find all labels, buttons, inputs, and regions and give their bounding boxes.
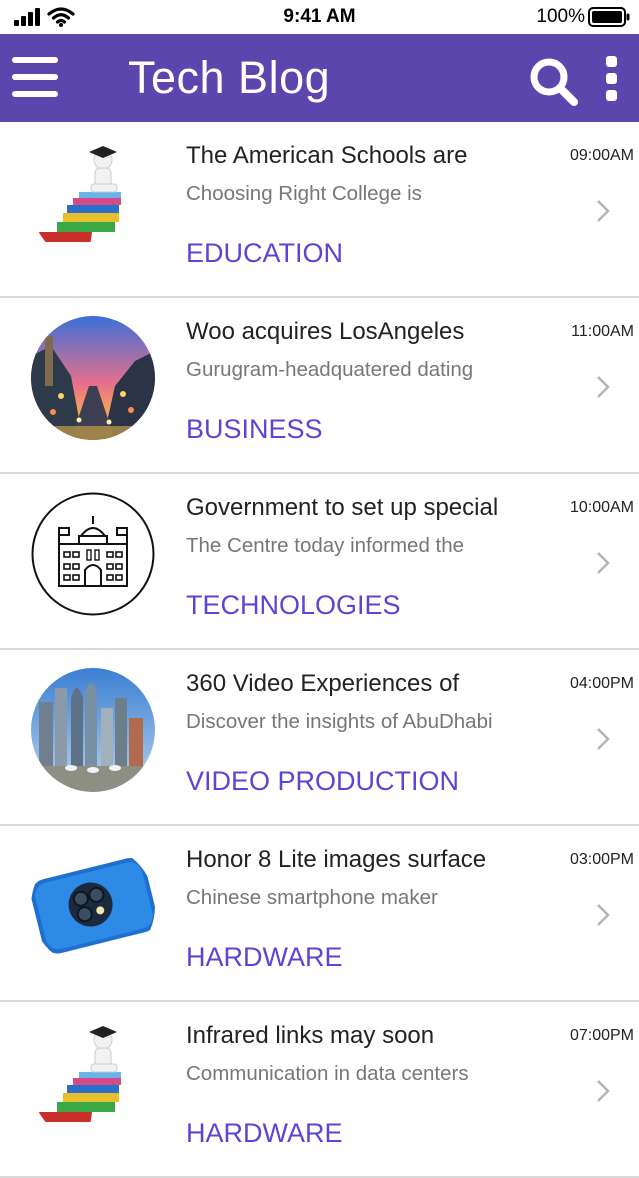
graduate-on-books-image — [31, 1020, 155, 1144]
article-category[interactable]: HARDWARE — [186, 1118, 343, 1149]
article-category[interactable]: EDUCATION — [186, 238, 343, 269]
list-item[interactable]: Honor 8 Lite images surface Chinese smar… — [0, 826, 639, 1002]
article-title: Government to set up special — [186, 494, 499, 521]
article-time: 03:00PM — [569, 851, 634, 868]
page-title: Tech Blog — [128, 52, 331, 103]
article-title: Honor 8 Lite images surface — [186, 846, 487, 873]
hamburger-menu-icon[interactable] — [12, 57, 58, 99]
article-summary: Choosing Right College is — [186, 182, 422, 205]
government-building-icon — [31, 492, 155, 616]
article-time: 09:00AM — [569, 147, 634, 164]
article-time: 07:00PM — [569, 1027, 634, 1044]
article-category[interactable]: HARDWARE — [186, 942, 343, 973]
article-title: Infrared links may soon — [186, 1022, 435, 1049]
article-time: 11:00AM — [571, 323, 634, 340]
article-summary: Gurugram-headquatered dating — [186, 358, 474, 381]
list-item[interactable]: The American Schools are Choosing Right … — [0, 122, 639, 298]
status-bar: 9:41 AM 100% — [0, 0, 639, 34]
app-header: Tech Blog — [0, 34, 639, 122]
battery-icon — [588, 7, 630, 27]
list-item[interactable]: Woo acquires LosAngeles Gurugram-headqua… — [0, 298, 639, 474]
list-item[interactable]: Infrared links may soon Communication in… — [0, 1002, 639, 1178]
article-category[interactable]: VIDEO PRODUCTION — [186, 766, 459, 797]
graduate-on-books-image — [31, 140, 155, 264]
battery-percent: 100% — [536, 6, 585, 27]
article-list: The American Schools are Choosing Right … — [0, 122, 639, 1178]
article-summary: Chinese smartphone maker — [186, 886, 438, 909]
article-title: The American Schools are — [186, 142, 468, 169]
article-category[interactable]: TECHNOLOGIES — [186, 590, 401, 621]
chevron-right-icon — [597, 552, 610, 574]
chevron-right-icon — [597, 1080, 610, 1102]
article-time: 10:00AM — [569, 499, 634, 516]
chevron-right-icon — [597, 376, 610, 398]
list-item[interactable]: 360 Video Experiences of Discover the in… — [0, 650, 639, 826]
article-title: Woo acquires LosAngeles — [186, 318, 465, 345]
more-vertical-icon[interactable] — [602, 56, 622, 102]
list-item[interactable]: Government to set up special The Centre … — [0, 474, 639, 650]
search-icon[interactable] — [528, 56, 580, 108]
article-category[interactable]: BUSINESS — [186, 414, 323, 445]
chevron-right-icon — [597, 904, 610, 926]
chevron-right-icon — [597, 728, 610, 750]
los-angeles-street-photo — [31, 316, 155, 440]
article-time: 04:00PM — [569, 675, 634, 692]
blue-smartphone-photo — [31, 844, 155, 968]
abu-dhabi-skyline-photo — [31, 668, 155, 792]
article-summary: Communication in data centers — [186, 1062, 469, 1085]
article-summary: Discover the insights of AbuDhabi — [186, 710, 493, 733]
article-title: 360 Video Experiences of — [186, 670, 460, 697]
chevron-right-icon — [597, 200, 610, 222]
article-summary: The Centre today informed the — [186, 534, 465, 557]
